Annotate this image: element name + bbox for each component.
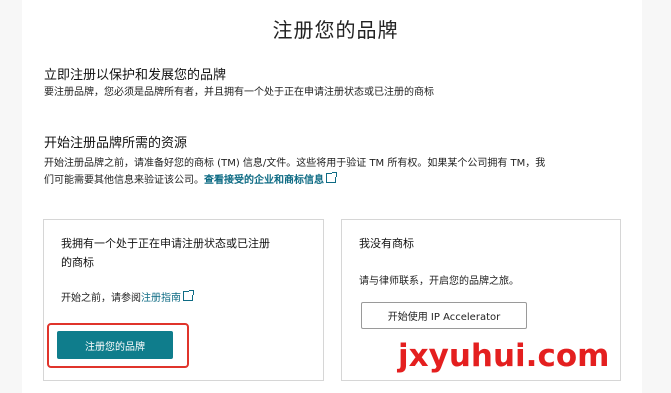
resources-line-2-text: 们可能需要其他信息来验证该公司。 — [44, 175, 204, 186]
register-brand-button[interactable]: 注册您的品牌 — [57, 331, 173, 359]
external-link-icon — [183, 290, 194, 301]
page-title: 注册您的品牌 — [272, 18, 399, 42]
external-link-icon — [326, 172, 337, 183]
registration-guide-link-label: 注册指南 — [141, 293, 181, 304]
card-has-trademark-title-line2: 的商标 — [61, 256, 94, 269]
resources-line-1: 开始注册品牌之前，请准备好您的商标 (TM) 信息/文件。这些将用于验证 TM … — [44, 158, 546, 169]
section-heading-protect: 立即注册以保护和发展您的品牌 — [44, 68, 227, 83]
card-no-trademark-body: 请与律师联系，开启您的品牌之旅。 — [359, 276, 519, 287]
section-body-protect: 要注册品牌，您必须是品牌所有者，并且拥有一个处于正在申请注册状态或已注册的商标 — [44, 87, 434, 98]
watermark-text: jxyuhui.com — [398, 338, 610, 374]
accepted-info-link-label: 查看接受的企业和商标信息 — [204, 175, 324, 186]
ip-accelerator-button[interactable]: 开始使用 IP Accelerator — [361, 302, 527, 329]
section-heading-resources: 开始注册品牌所需的资源 — [44, 136, 188, 151]
accepted-info-link[interactable]: 查看接受的企业和商标信息 — [204, 172, 337, 186]
card-has-trademark-title: 我拥有一个处于正在申请注册状态或已注册 的商标 — [61, 234, 270, 272]
section-body-resources: 开始注册品牌之前，请准备好您的商标 (TM) 信息/文件。这些将用于验证 TM … — [44, 155, 644, 189]
before-start-text: 开始之前，请参阅 — [61, 293, 141, 304]
card-no-trademark-title: 我没有商标 — [359, 237, 414, 250]
resources-line-2: 们可能需要其他信息来验证该公司。查看接受的企业和商标信息 — [44, 172, 644, 189]
card-has-trademark-intro: 开始之前，请参阅注册指南 — [61, 289, 194, 304]
registration-guide-link[interactable]: 注册指南 — [141, 290, 194, 304]
card-has-trademark: 我拥有一个处于正在申请注册状态或已注册 的商标 开始之前，请参阅注册指南 注册您… — [43, 219, 324, 381]
card-has-trademark-title-line1: 我拥有一个处于正在申请注册状态或已注册 — [61, 237, 270, 250]
